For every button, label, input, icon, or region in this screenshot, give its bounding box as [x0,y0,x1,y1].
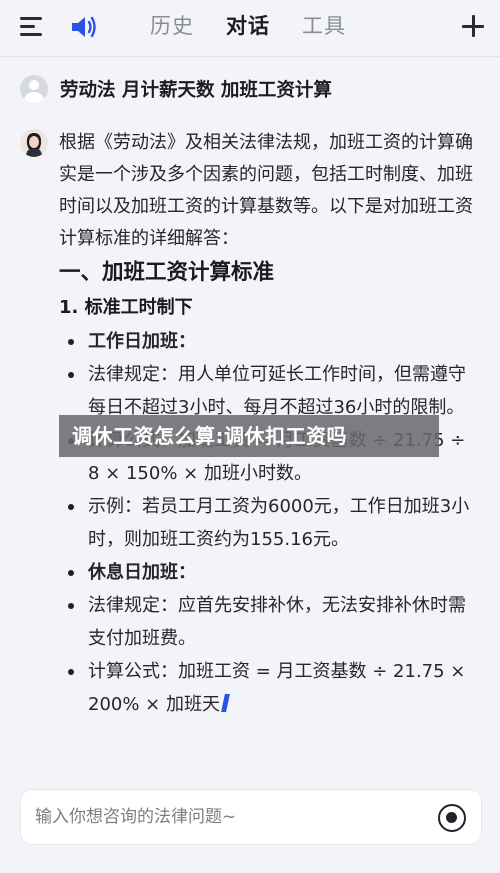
answer-heading: 一、加班工资计算标准 [59,260,275,285]
speaker-icon[interactable] [70,14,98,40]
question-input[interactable] [35,807,415,827]
tab-history[interactable]: 历史 [150,10,194,40]
list-item-text: 计算公式：加班工资 = 月工资基数 ÷ 21.75 × 200% × 加班天 [88,661,466,715]
question-input-box[interactable] [20,789,482,845]
tab-tools[interactable]: 工具 [302,10,346,40]
top-navigation-bar: 历史 对话 工具 [0,0,500,56]
list-item: 示例：若员工月工资为6000元，工作日加班3小时，则加班工资约为155.16元。 [59,490,479,556]
user-message: 劳动法 月计薪天数 加班工资计算 [60,80,332,101]
header-divider [0,56,500,57]
list-item: 法律规定：应首先安排补休，无法安排补休时需支付加班费。 [59,589,479,655]
assistant-avatar [20,129,48,157]
overlay-caption-banner: 调休工资怎么算:调休扣工资吗 [59,415,439,457]
answer-intro: 根据《劳动法》及相关法律法规，加班工资的计算确实是一个涉及多个因素的问题，包括工… [59,132,473,249]
plus-icon[interactable] [462,15,484,37]
user-avatar [20,75,48,103]
answer-subheading: 1. 标准工时制下 [59,297,193,318]
list-item: 休息日加班： [59,556,479,589]
tab-chat[interactable]: 对话 [226,10,270,40]
list-item: 工作日加班： [59,325,479,358]
tab-bar: 历史 对话 工具 [150,10,346,40]
menu-icon[interactable] [20,17,44,37]
stop-icon[interactable] [438,804,466,832]
user-message-row: 劳动法 月计薪天数 加班工资计算 [20,75,332,103]
list-item-streaming: 计算公式：加班工资 = 月工资基数 ÷ 21.75 × 200% × 加班天 [59,655,479,721]
typing-cursor [221,694,230,712]
answer-bullet-list: 工作日加班： 法律规定：用人单位可延长工作时间，但需遵守每日不超过3小时、每月不… [59,325,479,721]
